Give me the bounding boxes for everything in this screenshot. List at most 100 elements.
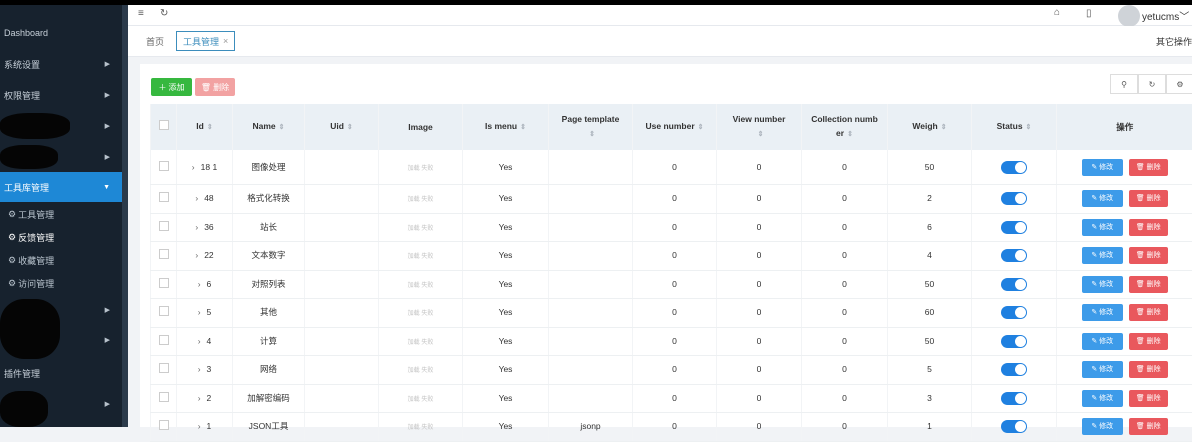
column-page-template[interactable]: Page template⇕ (549, 104, 633, 150)
row-checkbox[interactable] (159, 249, 169, 259)
expand-icon[interactable]: › (198, 421, 201, 431)
sidebar-item-toolbox[interactable]: 工具库管理 ▼ (0, 172, 122, 202)
broken-image-placeholder[interactable]: 加载 失败 (408, 425, 434, 431)
tab-tool-management[interactable]: 工具管理 × (176, 31, 235, 51)
home-icon[interactable]: ⌂ (1054, 7, 1060, 18)
status-toggle[interactable] (1001, 192, 1027, 205)
table-row[interactable]: ›18 1图像处理加载 失败Yes00050✎ 修改🗑 删除 (151, 150, 1192, 185)
row-checkbox[interactable] (159, 192, 169, 202)
status-toggle[interactable] (1001, 249, 1027, 262)
row-checkbox[interactable] (159, 278, 169, 288)
table-row[interactable]: ›48格式化转换加载 失败Yes0002✎ 修改🗑 删除 (151, 185, 1192, 214)
table-row[interactable]: ›4计算加载 失败Yes00050✎ 修改🗑 删除 (151, 327, 1192, 356)
broken-image-placeholder[interactable]: 加载 失败 (408, 226, 434, 232)
column-status[interactable]: Status⇕ (972, 104, 1057, 150)
edit-button[interactable]: ✎ 修改 (1082, 333, 1123, 350)
expand-icon[interactable]: › (198, 393, 201, 403)
row-checkbox[interactable] (159, 392, 169, 402)
sidebar-item-permissions[interactable]: 权限管理 ▶ (0, 80, 122, 110)
column-collection-number[interactable]: Collection numb er⇕ (802, 104, 888, 150)
expand-icon[interactable]: › (198, 364, 201, 374)
edit-button[interactable]: ✎ 修改 (1082, 361, 1123, 378)
delete-button[interactable]: 🗑 删除 (1129, 159, 1168, 176)
menu-toggle-icon[interactable]: ≡ (138, 8, 144, 19)
sidebar-subitem-feedback[interactable]: ⚙ 反馈管理 (8, 226, 54, 248)
search-button[interactable]: ⚲ (1110, 74, 1138, 94)
row-select-cell[interactable] (151, 299, 177, 328)
table-row[interactable]: ›22文本数字加载 失败Yes0004✎ 修改🗑 删除 (151, 242, 1192, 271)
columns-toggle-button[interactable]: ⚙ (1166, 74, 1192, 94)
broken-image-placeholder[interactable]: 加载 失败 (408, 397, 434, 403)
row-select-cell[interactable] (151, 356, 177, 385)
row-checkbox[interactable] (159, 420, 169, 430)
expand-icon[interactable]: › (198, 279, 201, 289)
avatar[interactable] (1118, 5, 1140, 27)
broken-image-placeholder[interactable]: 加载 失败 (408, 283, 434, 289)
broken-image-placeholder[interactable]: 加载 失败 (408, 311, 434, 317)
username[interactable]: yetucms﹀ (1142, 8, 1189, 23)
refresh-icon[interactable]: ↻ (160, 8, 168, 19)
sidebar-subitem-favorites[interactable]: ⚙ 收藏管理 (8, 249, 54, 271)
tab-home[interactable]: 首页 (146, 35, 164, 48)
table-row[interactable]: ›6对照列表加载 失败Yes00050✎ 修改🗑 删除 (151, 270, 1192, 299)
expand-icon[interactable]: › (198, 307, 201, 317)
sidebar-scrollbar[interactable] (122, 5, 128, 427)
expand-icon[interactable]: › (198, 336, 201, 346)
column-id[interactable]: Id⇕ (177, 104, 233, 150)
refresh-table-button[interactable]: ↻ (1138, 74, 1166, 94)
delete-button[interactable]: 🗑 删除 (1129, 304, 1168, 321)
row-select-cell[interactable] (151, 327, 177, 356)
broken-image-placeholder[interactable]: 加载 失败 (408, 197, 434, 203)
delete-button[interactable]: 🗑 删除 (1129, 247, 1168, 264)
sidebar-subitem-access[interactable]: ⚙ 访问管理 (8, 272, 54, 294)
row-checkbox[interactable] (159, 306, 169, 316)
edit-button[interactable]: ✎ 修改 (1082, 159, 1123, 176)
close-icon[interactable]: × (223, 36, 228, 46)
edit-button[interactable]: ✎ 修改 (1082, 390, 1123, 407)
sidebar-item-dashboard[interactable]: Dashboard (0, 18, 122, 48)
row-select-cell[interactable] (151, 185, 177, 214)
broken-image-placeholder[interactable]: 加载 失败 (408, 166, 434, 172)
status-toggle[interactable] (1001, 278, 1027, 291)
row-select-cell[interactable] (151, 242, 177, 271)
column-use-number[interactable]: Use number⇕ (633, 104, 717, 150)
broken-image-placeholder[interactable]: 加载 失败 (408, 254, 434, 260)
row-select-cell[interactable] (151, 270, 177, 299)
row-checkbox[interactable] (159, 363, 169, 373)
sidebar-subitem-tools[interactable]: ⚙ 工具管理 (8, 203, 54, 225)
expand-icon[interactable]: › (195, 250, 198, 260)
row-checkbox[interactable] (159, 335, 169, 345)
broken-image-placeholder[interactable]: 加载 失败 (408, 340, 434, 346)
row-checkbox[interactable] (159, 161, 169, 171)
delete-button[interactable]: 🗑 删除 (1129, 276, 1168, 293)
row-checkbox[interactable] (159, 221, 169, 231)
select-all-cell[interactable] (151, 104, 177, 150)
expand-icon[interactable]: › (195, 193, 198, 203)
table-row[interactable]: ›3网络加载 失败Yes0005✎ 修改🗑 删除 (151, 356, 1192, 385)
row-select-cell[interactable] (151, 384, 177, 413)
column-weigh[interactable]: Weigh⇕ (888, 104, 972, 150)
status-toggle[interactable] (1001, 306, 1027, 319)
sidebar-item-plugins[interactable]: 插件管理 (0, 358, 122, 388)
column-view-number[interactable]: View number⇕ (717, 104, 802, 150)
edit-button[interactable]: ✎ 修改 (1082, 190, 1123, 207)
status-toggle[interactable] (1001, 161, 1027, 174)
delete-button[interactable]: 🗑 删除 (1129, 333, 1168, 350)
status-toggle[interactable] (1001, 363, 1027, 376)
bulk-delete-button[interactable]: 🗑 删除 (195, 78, 235, 96)
expand-icon[interactable]: › (195, 222, 198, 232)
edit-button[interactable]: ✎ 修改 (1082, 219, 1123, 236)
column-is-menu[interactable]: Is menu⇕ (463, 104, 549, 150)
row-select-cell[interactable] (151, 150, 177, 185)
status-toggle[interactable] (1001, 221, 1027, 234)
column-uid[interactable]: Uid⇕ (305, 104, 379, 150)
table-row[interactable]: ›2加解密编码加载 失败Yes0003✎ 修改🗑 删除 (151, 384, 1192, 413)
delete-button[interactable]: 🗑 删除 (1129, 390, 1168, 407)
add-button[interactable]: ＋ 添加 (151, 78, 192, 96)
status-toggle[interactable] (1001, 335, 1027, 348)
broken-image-placeholder[interactable]: 加载 失败 (408, 368, 434, 374)
column-name[interactable]: Name⇕ (233, 104, 305, 150)
delete-button[interactable]: 🗑 删除 (1129, 361, 1168, 378)
expand-icon[interactable]: › (192, 162, 195, 172)
other-operations-menu[interactable]: 其它操作 (1156, 35, 1192, 48)
